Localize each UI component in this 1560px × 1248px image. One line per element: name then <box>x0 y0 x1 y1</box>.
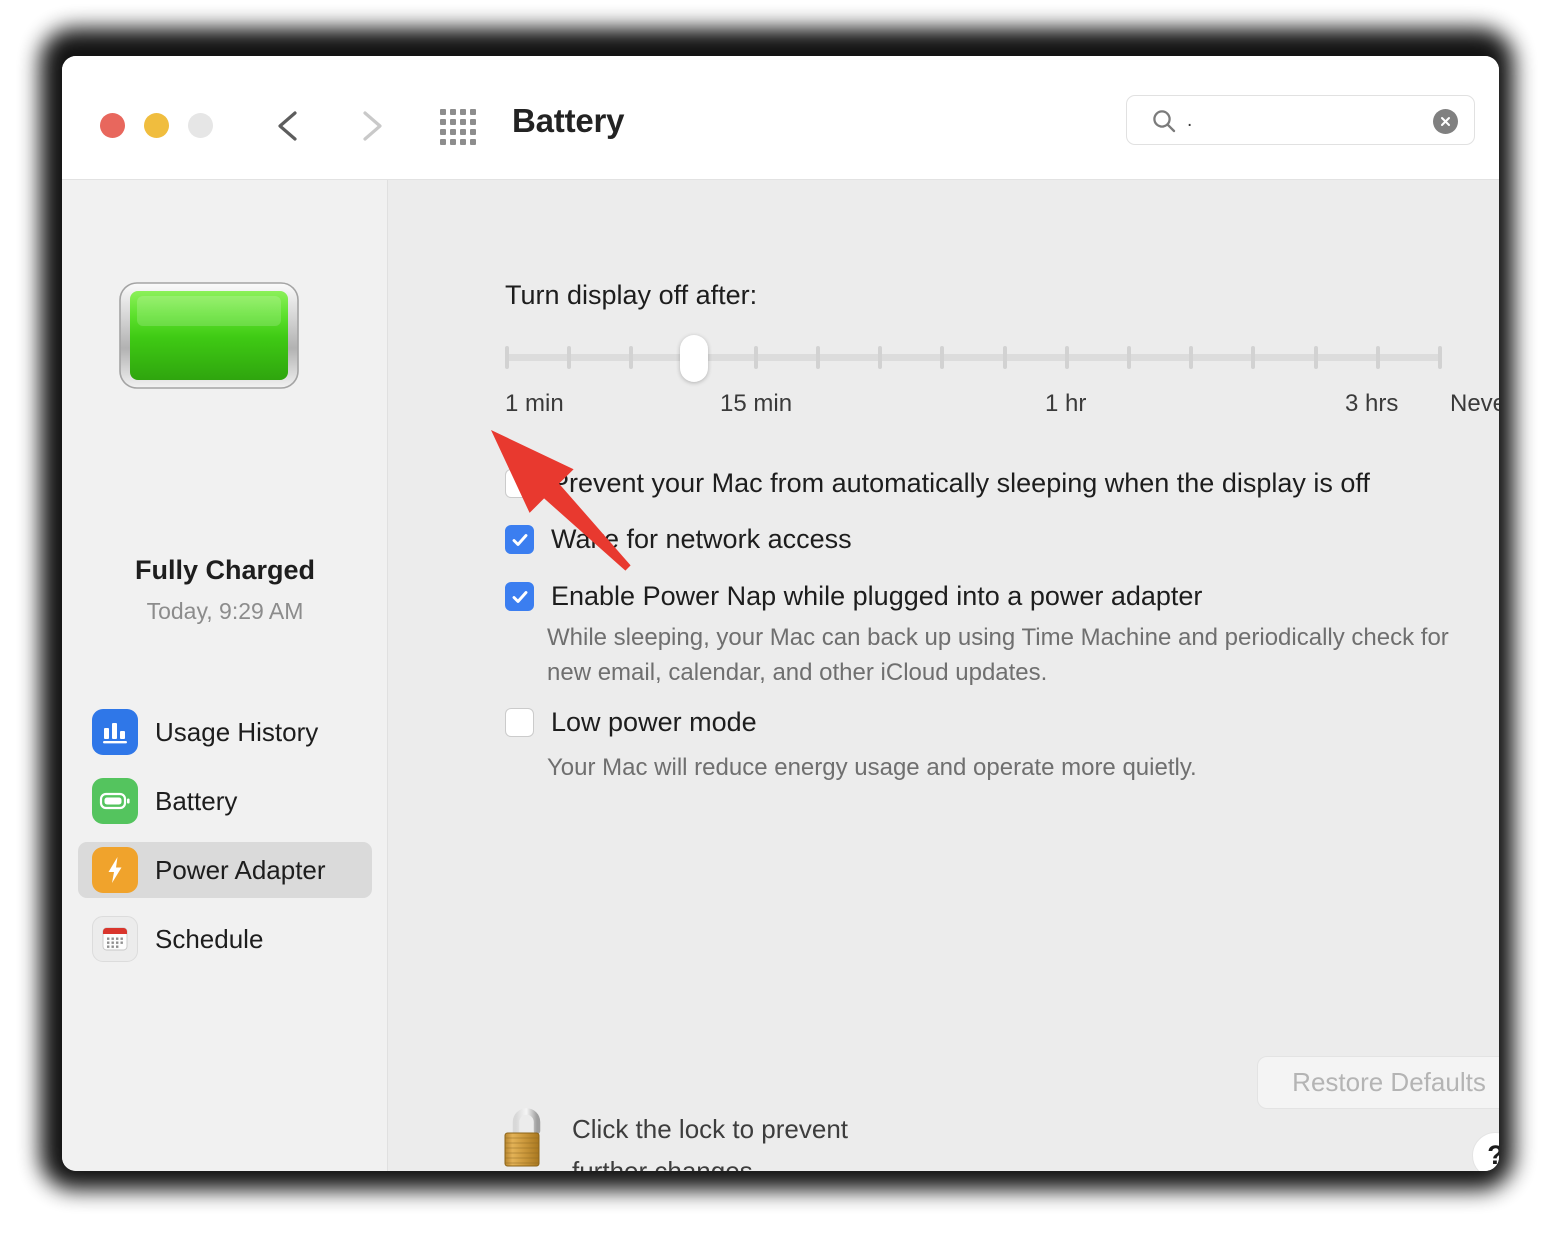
slider-label: Turn display off after: <box>505 280 758 310</box>
slider-tick <box>816 346 820 369</box>
slider-tick <box>1127 346 1131 369</box>
slider-caption: 15 min <box>720 390 793 417</box>
battery-icon <box>92 778 138 824</box>
description-line-1: While sleeping, your Mac can back up usi… <box>547 624 1449 651</box>
close-button[interactable] <box>100 113 125 138</box>
checkbox-row-wake-network[interactable]: Wake for network access <box>505 521 1475 557</box>
slider-tick <box>940 346 945 369</box>
slider-tick <box>567 346 572 369</box>
slider-thumb[interactable] <box>679 335 708 382</box>
sidebar-item-label: Schedule <box>155 923 264 954</box>
forward-chevron-icon[interactable] <box>352 106 390 146</box>
slider-tick <box>1064 346 1069 369</box>
sidebar-item-schedule[interactable]: Schedule <box>78 911 372 967</box>
unlocked-padlock-icon[interactable] <box>499 1105 555 1171</box>
clear-icon[interactable] <box>1433 109 1458 134</box>
main-content: Turn display off after: 1 min 15 min 1 hr 3… <box>389 180 1499 1171</box>
bar-chart-icon <box>92 709 138 755</box>
minimize-button[interactable] <box>144 113 169 138</box>
slider-caption: 1 min <box>505 390 564 417</box>
display-sleep-slider[interactable] <box>505 335 1442 383</box>
lock-message-line-1: Click the lock to prevent <box>572 1114 849 1144</box>
checkbox-wake-network[interactable] <box>505 525 534 554</box>
slider-caption: Never <box>1450 390 1499 417</box>
window-titlebar: Battery <box>62 56 1499 180</box>
show-all-grid-icon[interactable] <box>440 109 476 145</box>
sidebar: Fully Charged Today, 9:29 AM Usage Histo… <box>62 180 388 1171</box>
checkbox-low-power-mode[interactable] <box>505 708 534 737</box>
sidebar-item-usage-history[interactable]: Usage History <box>78 704 372 760</box>
lock-message: Click the lock to prevent further change… <box>572 1108 848 1171</box>
slider-tick <box>1375 346 1380 369</box>
back-chevron-icon[interactable] <box>270 106 308 146</box>
lock-message-line-2: further changes. <box>572 1156 760 1171</box>
search-icon <box>1151 108 1177 134</box>
slider-tick <box>753 346 758 369</box>
checkbox-row-prevent-sleep[interactable]: Prevent your Mac from automatically slee… <box>505 465 1475 501</box>
slider-caption: 1 hr <box>1045 390 1087 417</box>
sidebar-item-label: Usage History <box>155 716 319 747</box>
sidebar-item-label: Battery <box>155 785 238 816</box>
checkbox-label: Wake for network access <box>551 524 852 554</box>
battery-full-icon <box>117 280 322 398</box>
slider-tick <box>1313 346 1318 369</box>
sidebar-list: Usage History Battery Power Adapter Sche… <box>78 704 372 980</box>
slider-caption: 3 hrs <box>1345 390 1399 417</box>
checkbox-prevent-sleep[interactable] <box>505 469 534 498</box>
bolt-icon <box>92 847 138 893</box>
checkbox-power-nap[interactable] <box>505 582 534 611</box>
sidebar-item-label: Power Adapter <box>155 854 326 885</box>
zoom-button[interactable] <box>188 113 213 138</box>
restore-defaults-button[interactable]: Restore Defaults <box>1257 1056 1499 1109</box>
battery-status-time: Today, 9:29 AM <box>146 598 304 624</box>
slider-tick <box>629 346 634 369</box>
slider-track[interactable] <box>505 354 1442 361</box>
low-power-description: Your Mac will reduce energy usage and op… <box>547 750 1487 785</box>
slider-tick <box>1002 346 1007 369</box>
slider-tick <box>1251 346 1256 369</box>
checkbox-row-low-power[interactable]: Low power mode <box>505 704 1475 740</box>
sidebar-item-battery[interactable]: Battery <box>78 773 372 829</box>
search-field[interactable] <box>1126 95 1475 146</box>
power-nap-description: While sleeping, your Mac can back up usi… <box>547 620 1487 690</box>
checkbox-row-power-nap[interactable]: Enable Power Nap while plugged into a po… <box>505 578 1475 614</box>
checkbox-label: Prevent your Mac from automatically slee… <box>551 468 1370 498</box>
slider-tick <box>505 346 509 369</box>
help-button[interactable]: ? <box>1472 1132 1499 1171</box>
calendar-icon <box>92 916 138 962</box>
checkbox-label: Low power mode <box>551 707 757 737</box>
system-preferences-window: Battery . Fully Charged Today, 9:29 AM U… <box>62 56 1499 1171</box>
slider-tick <box>878 346 883 369</box>
battery-status-title: Fully Charged <box>134 555 316 585</box>
search-input[interactable] <box>1187 96 1437 146</box>
slider-tick <box>1189 346 1194 369</box>
slider-tick <box>1438 346 1442 369</box>
sidebar-item-power-adapter[interactable]: Power Adapter <box>78 842 372 898</box>
checkbox-label: Enable Power Nap while plugged into a po… <box>551 581 1203 611</box>
description-line-2: new email, calendar, and other iCloud up… <box>547 659 1048 686</box>
description-line-1: Your Mac will reduce energy usage and op… <box>547 754 1197 781</box>
page-title: Battery <box>512 102 625 139</box>
